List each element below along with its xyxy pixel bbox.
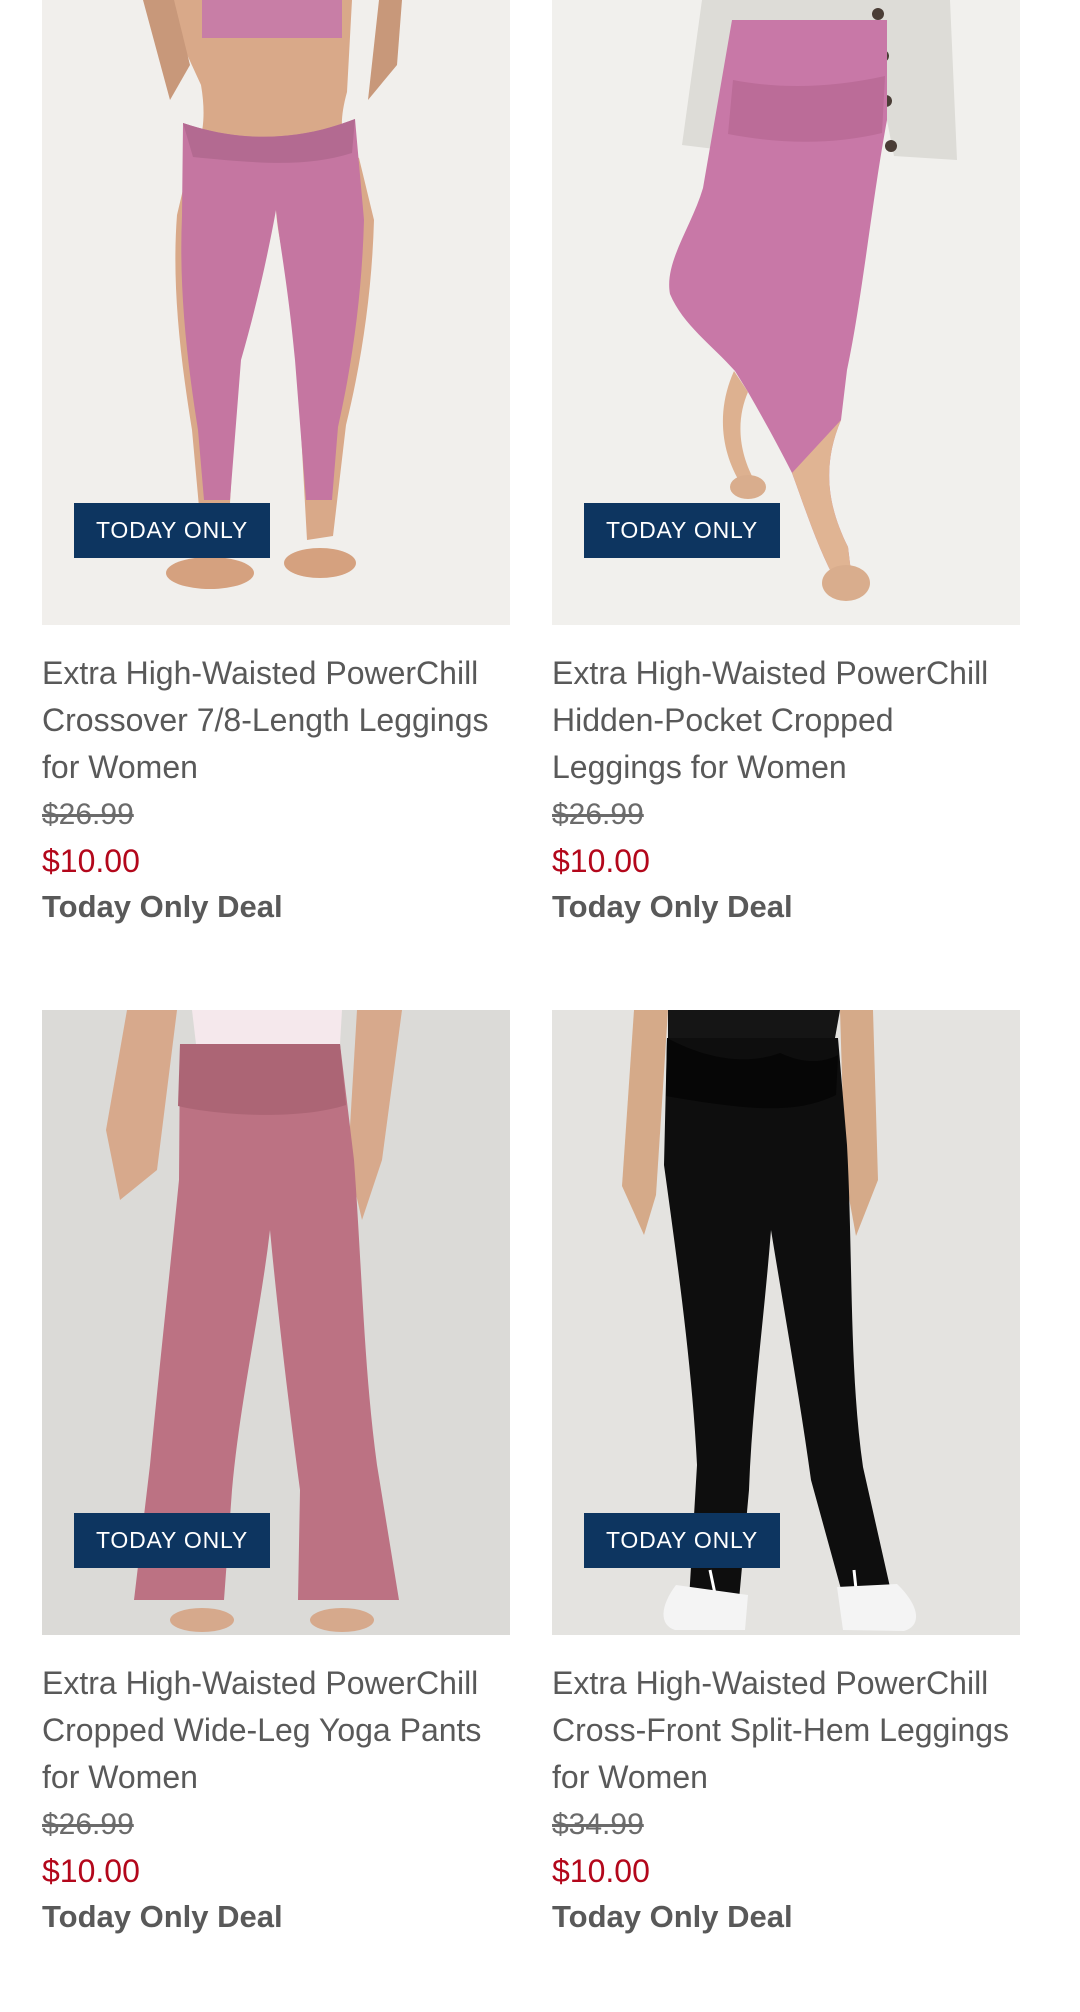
- sale-price: $10.00: [552, 1853, 650, 1889]
- today-only-badge: TODAY ONLY: [584, 503, 781, 558]
- product-title-link[interactable]: Extra High-Waisted PowerChill Crossover …: [42, 650, 510, 791]
- original-price: $26.99: [42, 798, 134, 831]
- product-card-4[interactable]: TODAY ONLY Extra High-Waisted PowerChill…: [552, 1010, 1020, 1939]
- product-image-wide-leg-yoga-pants[interactable]: TODAY ONLY: [42, 1010, 510, 1635]
- sale-price: $10.00: [552, 843, 650, 879]
- product-image-hidden-pocket-leggings[interactable]: TODAY ONLY: [552, 0, 1020, 625]
- product-image-split-hem-leggings[interactable]: TODAY ONLY: [552, 1010, 1020, 1635]
- original-price: $26.99: [552, 798, 644, 831]
- product-image-crossover-leggings[interactable]: TODAY ONLY: [42, 0, 510, 625]
- product-info: Extra High-Waisted PowerChill Cross-Fron…: [552, 1635, 1020, 1939]
- product-info: Extra High-Waisted PowerChill Hidden-Poc…: [552, 625, 1020, 929]
- product-info: Extra High-Waisted PowerChill Cropped Wi…: [42, 1635, 510, 1939]
- product-card-2[interactable]: TODAY ONLY Extra High-Waisted PowerChill…: [552, 0, 1020, 929]
- sale-price: $10.00: [42, 843, 140, 879]
- original-price: $26.99: [42, 1808, 134, 1841]
- deal-label: Today Only Deal: [42, 889, 283, 924]
- deal-label: Today Only Deal: [552, 889, 793, 924]
- product-title-link[interactable]: Extra High-Waisted PowerChill Cross-Fron…: [552, 1660, 1020, 1801]
- product-info: Extra High-Waisted PowerChill Crossover …: [42, 625, 510, 929]
- deal-label: Today Only Deal: [42, 1899, 283, 1934]
- deal-label: Today Only Deal: [552, 1899, 793, 1934]
- product-title-link[interactable]: Extra High-Waisted PowerChill Cropped Wi…: [42, 1660, 510, 1801]
- product-card-3[interactable]: TODAY ONLY Extra High-Waisted PowerChill…: [42, 1010, 510, 1939]
- product-title-link[interactable]: Extra High-Waisted PowerChill Hidden-Poc…: [552, 650, 1020, 791]
- sale-price: $10.00: [42, 1853, 140, 1889]
- today-only-badge: TODAY ONLY: [74, 503, 271, 558]
- product-card-1[interactable]: TODAY ONLY Extra High-Waisted PowerChill…: [42, 0, 510, 929]
- today-only-badge: TODAY ONLY: [74, 1513, 271, 1568]
- original-price: $34.99: [552, 1808, 644, 1841]
- today-only-badge: TODAY ONLY: [584, 1513, 781, 1568]
